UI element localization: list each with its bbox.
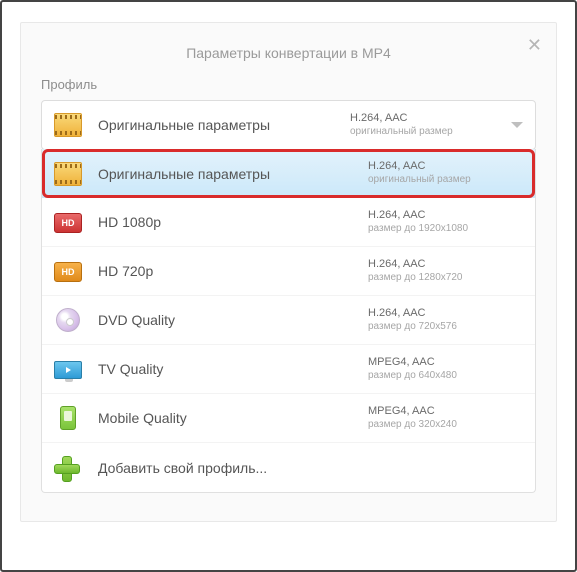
disc-icon: [56, 308, 80, 332]
plus-icon: [54, 456, 78, 480]
option-name: DVD Quality: [98, 312, 368, 328]
dialog-panel: Параметры конвертации в MP4 ✕ Профиль Ор…: [20, 22, 557, 522]
option-size: размер до 1280x720: [368, 272, 523, 285]
option-dvd[interactable]: DVD Quality H.264, AAC размер до 720x576: [42, 296, 535, 345]
profile-section: Профиль Оригинальные параметры H.264, AA…: [21, 67, 556, 493]
option-size: размер до 1920x1080: [368, 223, 523, 236]
profile-dropdown: Оригинальные параметры H.264, AAC оригин…: [41, 149, 536, 493]
selector-size: оригинальный размер: [350, 126, 505, 139]
option-codec: H.264, AAC: [368, 160, 523, 174]
close-icon[interactable]: ✕: [527, 35, 542, 56]
option-codec: H.264, AAC: [368, 258, 523, 272]
dialog-title: Параметры конвертации в MP4: [21, 33, 556, 67]
option-size: размер до 320x240: [368, 419, 523, 432]
profile-selector[interactable]: Оригинальные параметры H.264, AAC оригин…: [41, 100, 536, 150]
profile-label: Профиль: [41, 77, 536, 92]
option-hd720p[interactable]: HD HD 720p H.264, AAC размер до 1280x720: [42, 247, 535, 296]
selector-codec: H.264, AAC: [350, 112, 505, 126]
option-name: Добавить свой профиль...: [98, 460, 368, 476]
option-original[interactable]: Оригинальные параметры H.264, AAC оригин…: [42, 149, 535, 198]
selector-name: Оригинальные параметры: [98, 117, 350, 133]
option-hd1080p[interactable]: HD HD 1080p H.264, AAC размер до 1920x10…: [42, 198, 535, 247]
option-codec: H.264, AAC: [368, 307, 523, 321]
hd-icon: HD: [54, 262, 82, 282]
option-name: Оригинальные параметры: [98, 166, 368, 182]
option-size: оригинальный размер: [368, 174, 523, 187]
film-icon: [54, 162, 82, 186]
option-size: размер до 640x480: [368, 370, 523, 383]
option-codec: H.264, AAC: [368, 209, 523, 223]
option-name: Mobile Quality: [98, 410, 368, 426]
option-mobile[interactable]: Mobile Quality MPEG4, AAC размер до 320x…: [42, 394, 535, 443]
monitor-icon: [54, 361, 82, 379]
option-name: HD 1080p: [98, 214, 368, 230]
phone-icon: [60, 406, 76, 430]
option-name: TV Quality: [98, 361, 368, 377]
selector-meta: H.264, AAC оригинальный размер: [350, 112, 505, 138]
option-add-custom[interactable]: Добавить свой профиль...: [42, 443, 535, 492]
hd-icon: HD: [54, 213, 82, 233]
option-size: размер до 720x576: [368, 321, 523, 334]
option-codec: MPEG4, AAC: [368, 356, 523, 370]
film-icon: [54, 113, 82, 137]
option-tv[interactable]: TV Quality MPEG4, AAC размер до 640x480: [42, 345, 535, 394]
option-codec: MPEG4, AAC: [368, 405, 523, 419]
window-frame: Параметры конвертации в MP4 ✕ Профиль Ор…: [0, 0, 577, 572]
selector-labels: Оригинальные параметры H.264, AAC оригин…: [98, 112, 505, 138]
option-name: HD 720p: [98, 263, 368, 279]
chevron-down-icon: [511, 122, 523, 128]
